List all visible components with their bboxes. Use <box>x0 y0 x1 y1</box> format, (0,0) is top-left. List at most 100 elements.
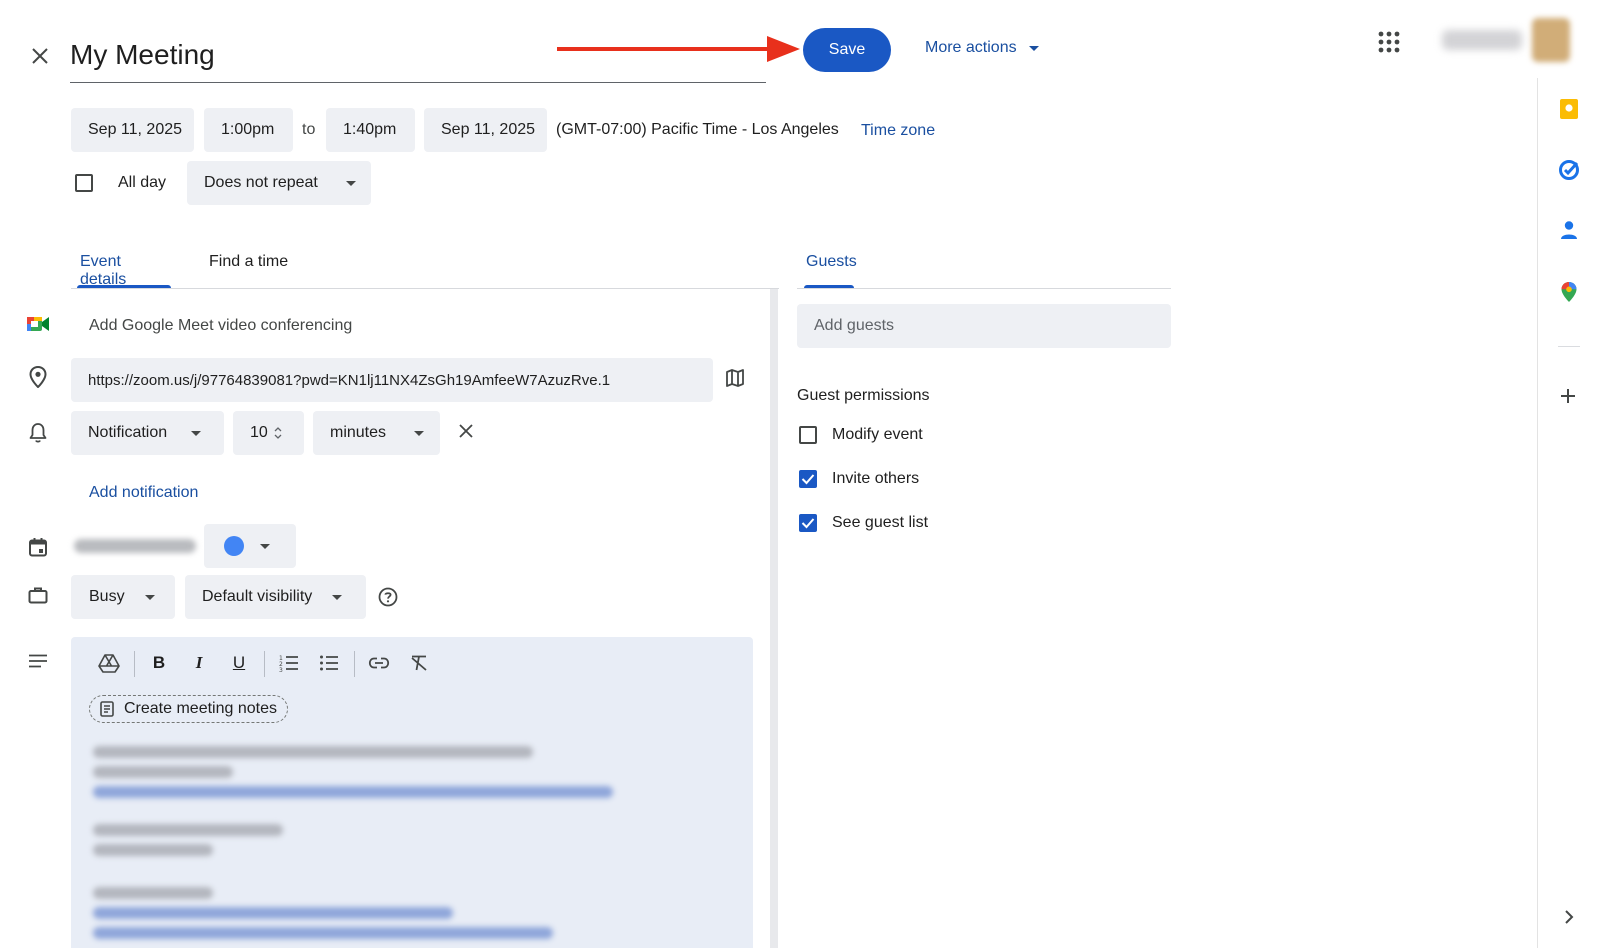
notification-amount-value: 10 <box>250 424 268 441</box>
link-icon <box>368 657 390 669</box>
drive-attach-button[interactable] <box>97 651 121 675</box>
guests-tabs-divider <box>797 288 1171 289</box>
tabs-divider <box>71 288 779 289</box>
scrollbar-track[interactable] <box>770 289 778 948</box>
avatar <box>1532 18 1570 62</box>
title-text: My Meeting <box>70 39 215 70</box>
underline-button[interactable]: U <box>227 651 251 675</box>
chevron-down-icon <box>191 430 202 436</box>
briefcase-icon <box>28 587 48 604</box>
description-icon <box>29 654 47 668</box>
numbered-list-button[interactable]: 123 <box>277 651 301 675</box>
description-editor[interactable]: B I U 123 Create meeting notes <box>71 637 753 948</box>
location-value: https://zoom.us/j/97764839081?pwd=KN1lj1… <box>88 371 611 389</box>
keep-icon[interactable] <box>1559 98 1579 120</box>
side-panel <box>1537 78 1600 948</box>
google-meet-icon <box>27 317 49 331</box>
timezone-text: (GMT-07:00) Pacific Time - Los Angeles <box>556 121 839 138</box>
meet-conferencing-button[interactable]: Add Google Meet video conferencing <box>89 317 352 335</box>
visibility-dropdown[interactable]: Default visibility <box>185 575 366 619</box>
checkmark-icon <box>801 474 815 485</box>
add-icon[interactable] <box>1559 387 1577 405</box>
notification-type-dropdown[interactable]: Notification <box>71 411 224 455</box>
add-guests-placeholder: Add guests <box>814 317 895 334</box>
bold-icon: B <box>152 653 166 672</box>
start-date-label: Sep 11, 2025 <box>88 121 183 138</box>
create-meeting-notes-chip[interactable]: Create meeting notes <box>89 695 288 723</box>
save-button[interactable]: Save <box>803 28 891 72</box>
availability-dropdown[interactable]: Busy <box>71 575 175 619</box>
all-day-checkbox[interactable] <box>75 174 93 192</box>
account-area[interactable] <box>1426 8 1576 70</box>
chevron-down-icon <box>345 180 356 186</box>
annotation-arrow <box>557 36 800 62</box>
notification-unit-dropdown[interactable]: minutes <box>313 411 440 455</box>
tab-find-a-time[interactable]: Find a time <box>202 240 302 288</box>
help-icon[interactable] <box>378 587 398 607</box>
notes-doc-icon <box>100 701 114 717</box>
numbered-list-icon: 123 <box>279 655 298 672</box>
remove-notification-icon[interactable] <box>458 423 474 439</box>
tab-event-details[interactable]: Event details <box>71 240 171 288</box>
repeat-label: Does not repeat <box>204 174 318 191</box>
map-icon[interactable] <box>725 368 745 388</box>
calendar-color-swatch <box>224 536 244 556</box>
underline-icon: U <box>232 653 246 672</box>
maps-icon[interactable] <box>1560 281 1578 303</box>
notification-amount-stepper[interactable]: 10 <box>233 411 304 455</box>
repeat-dropdown[interactable]: Does not repeat <box>187 161 371 205</box>
permission-checkbox[interactable] <box>799 426 817 444</box>
italic-button[interactable]: I <box>187 651 211 675</box>
visibility-label: Default visibility <box>202 588 313 605</box>
tab-guests-label: Guests <box>806 253 857 270</box>
end-time-label: 1:40pm <box>343 121 397 138</box>
toolbar-separator <box>134 651 135 677</box>
guest-permissions-label: Guest permissions <box>797 387 930 404</box>
side-panel-divider <box>1558 346 1580 347</box>
calendar-color-dropdown[interactable] <box>204 524 296 568</box>
apps-grid-icon <box>1378 31 1400 53</box>
checkmark-icon <box>801 518 815 529</box>
start-date-button[interactable]: Sep 11, 2025 <box>71 108 194 152</box>
permission-label: Modify event <box>832 426 923 443</box>
chevron-down-icon <box>144 594 155 600</box>
permission-checkbox[interactable] <box>799 514 817 532</box>
contacts-icon[interactable] <box>1560 220 1578 240</box>
clear-formatting-icon <box>411 655 427 671</box>
bulleted-list-button[interactable] <box>317 651 341 675</box>
link-button[interactable] <box>367 651 391 675</box>
svg-text:3: 3 <box>279 667 283 672</box>
chevron-down-icon <box>260 543 270 549</box>
location-pin-icon <box>29 366 47 388</box>
to-label: to <box>302 121 316 138</box>
add-guests-input[interactable]: Add guests <box>797 304 1171 348</box>
chevron-down-icon <box>414 430 425 436</box>
end-date-button[interactable]: Sep 11, 2025 <box>424 108 547 152</box>
stepper-arrows-icon <box>274 427 282 439</box>
bold-button[interactable]: B <box>147 651 171 675</box>
tasks-icon[interactable] <box>1558 159 1580 181</box>
permission-checkbox[interactable] <box>799 470 817 488</box>
timezone-link[interactable]: Time zone <box>861 122 935 140</box>
start-time-button[interactable]: 1:00pm <box>204 108 293 152</box>
end-time-button[interactable]: 1:40pm <box>326 108 415 152</box>
toolbar-separator <box>354 651 355 677</box>
account-name-blurred <box>1442 30 1522 50</box>
chevron-right-icon[interactable] <box>1563 909 1575 925</box>
more-actions-button[interactable]: More actions <box>925 36 1039 60</box>
save-button-label: Save <box>828 41 866 58</box>
apps-button[interactable] <box>1378 31 1400 53</box>
close-button[interactable] <box>28 44 52 68</box>
tab-guests[interactable]: Guests <box>798 240 858 288</box>
tab-event-details-label: Event details <box>80 253 127 288</box>
bell-icon <box>29 423 47 443</box>
location-input[interactable]: https://zoom.us/j/97764839081?pwd=KN1lj1… <box>71 358 713 402</box>
notification-type-label: Notification <box>88 424 168 441</box>
italic-icon: I <box>195 653 203 672</box>
clear-formatting-button[interactable] <box>407 651 431 675</box>
add-notification-link[interactable]: Add notification <box>89 484 198 502</box>
tab-find-a-time-label: Find a time <box>209 253 289 270</box>
availability-label: Busy <box>89 588 125 605</box>
drive-icon <box>98 654 120 673</box>
calendar-icon <box>29 538 47 557</box>
